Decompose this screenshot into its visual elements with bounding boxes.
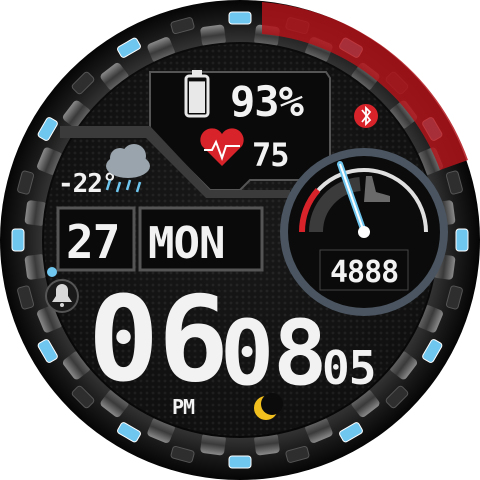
bezel-marker-blue — [455, 228, 469, 252]
battery-cap — [192, 70, 202, 76]
time-ampm: PM — [172, 395, 195, 419]
day-number: 27 — [66, 215, 119, 269]
heart-rate-value: 75 — [252, 136, 289, 174]
bluetooth-icon — [354, 104, 378, 128]
bezel-marker-blue — [228, 455, 252, 469]
battery-percent: 93% — [230, 77, 304, 126]
steps-gauge: 4888 — [280, 148, 448, 316]
battery-fill — [189, 81, 205, 113]
weekday: MON — [148, 218, 224, 269]
bezel-marker-blue — [11, 228, 25, 252]
watch-face: 93% 75 -22° 27 MON 4888 06: 08 05 PM — [0, 0, 480, 480]
time-seconds: 05 — [322, 341, 375, 395]
time-minutes: 08 — [220, 301, 326, 406]
date-widget: 27 MON — [56, 206, 264, 272]
bezel-marker-blue — [228, 11, 252, 25]
steps-value: 4888 — [330, 255, 398, 290]
